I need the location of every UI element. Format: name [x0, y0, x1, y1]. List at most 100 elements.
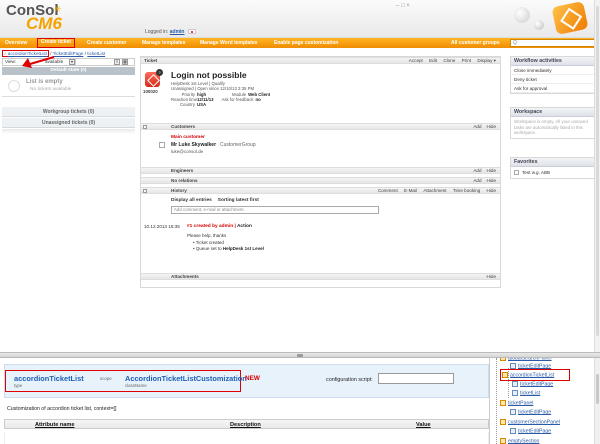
relations-bar: No relations Add Hide — [141, 177, 500, 184]
breadcrumb-accordion[interactable]: accordionTicketList — [8, 51, 47, 56]
page-scrollbar-thumb[interactable] — [596, 6, 599, 336]
nav-manage-word-templates[interactable]: Manage Word templates — [197, 38, 260, 48]
workflow-deny[interactable]: Deny ticket — [511, 75, 597, 84]
panel-icon — [500, 438, 506, 444]
history-controls: Display all entries Sorting latest first — [171, 198, 265, 203]
favorite-label: Test w.g. ABB — [522, 170, 551, 175]
tree-node-ticketlist[interactable]: ticketList — [512, 390, 540, 396]
history-actions: Comment E-Mail Attachment Time booking H… — [373, 188, 496, 194]
search-input[interactable]: Q — [510, 39, 598, 47]
user-link[interactable]: admin — [170, 29, 185, 35]
sorting-dropdown[interactable]: Sorting latest first — [218, 198, 259, 203]
col-attribute-name[interactable]: Attribute name — [35, 422, 74, 428]
display-menu[interactable]: Display ▾ — [477, 58, 496, 63]
history-entry-body: Please help, thanks • Ticket created • Q… — [187, 233, 264, 253]
chevron-down-icon[interactable]: ▾ — [69, 59, 75, 65]
customer-email[interactable]: luke@consol.de — [171, 149, 203, 154]
history-entry-time: 10.12.2013 15:35 — [144, 224, 180, 229]
tree-node-globalsearchpanel[interactable]: globalSearchPanel — [500, 358, 552, 361]
tree-scrollbar[interactable] — [594, 358, 600, 444]
meta-feedback-value: no — [255, 96, 261, 102]
nav-enable-page-customization[interactable]: Enable page customization — [271, 38, 341, 48]
history-comment-button[interactable]: Comment — [378, 188, 398, 193]
customer-name-text[interactable]: Mr Luke Skywalker — [171, 142, 216, 148]
splitter-handle-icon[interactable] — [297, 354, 303, 357]
ticket-panel: Ticket Accept Edit Clone Print Display ▾… — [140, 56, 501, 288]
tree-node-ticketeditpage[interactable]: ticketEditPage — [512, 381, 553, 387]
attachments-hide-button[interactable]: Hide — [487, 274, 496, 279]
display-all-dropdown[interactable]: Display all entries — [171, 198, 212, 203]
brand-graphic — [508, 0, 596, 36]
tree-node-ticketpanel[interactable]: ticketPanel — [500, 400, 533, 406]
history-hide-button[interactable]: Hide — [487, 188, 496, 193]
view-select[interactable] — [12, 59, 76, 65]
workflow-close[interactable]: Close immediately — [511, 66, 597, 75]
history-email-button[interactable]: E-Mail — [404, 188, 417, 193]
customers-label: Customers — [171, 124, 195, 129]
accordion-workgroup[interactable]: Workgroup tickets (0) — [2, 107, 135, 117]
default-state-header[interactable]: Default state (0) — [2, 67, 135, 75]
engineers-hide-button[interactable]: Hide — [487, 168, 496, 173]
col-description[interactable]: Description — [230, 422, 261, 428]
attributes-table-body — [4, 432, 489, 444]
tree-node-label: customerSectionPanel — [508, 419, 560, 426]
favorites-title: Favorites — [511, 158, 597, 167]
comment-input[interactable]: Add comment, e-mail or attachment — [171, 206, 379, 214]
nav-all-customer-groups[interactable]: All customer groups — [448, 38, 503, 48]
accept-button[interactable]: Accept — [409, 58, 423, 63]
sphere-small-icon — [534, 20, 544, 30]
tree-node-ticketeditpage[interactable]: ticketEditPage — [510, 428, 551, 434]
nav-overview[interactable]: Overview — [2, 38, 30, 48]
customers-hide-button[interactable]: Hide — [487, 124, 496, 129]
history-entry-author: #1 created by admin | Action — [187, 224, 252, 229]
empty-circle-icon — [8, 80, 20, 92]
nav-manage-templates[interactable]: Manage templates — [139, 38, 188, 48]
print-button[interactable]: Print — [462, 58, 471, 63]
breadcrumb-ticketlist[interactable]: ticketList — [87, 51, 105, 56]
section-icon — [143, 189, 147, 193]
new-badge[interactable]: NEW — [245, 375, 260, 382]
breadcrumb-ticketeditpage[interactable]: TicketEditPage — [53, 51, 84, 56]
tree-node-customersectionpanel[interactable]: customerSectionPanel — [500, 419, 560, 425]
tree-node-label: emptySection — [508, 438, 540, 444]
ticket-title[interactable]: Login not possible — [171, 70, 247, 80]
entry-action-menu[interactable]: Action — [237, 224, 252, 229]
edit-button[interactable]: Edit — [429, 58, 437, 63]
view-selector[interactable]: View: available ▾ ≡ ▦ — [2, 58, 135, 66]
customization-class: AccordionTicketListCustomization — [125, 374, 247, 383]
clone-button[interactable]: Clone — [443, 58, 455, 63]
tree-node-emptysection[interactable]: emptySection — [500, 438, 539, 444]
accordion-unassigned[interactable]: Unassigned tickets (0) — [2, 118, 135, 128]
engineers-add-button[interactable]: Add — [473, 168, 481, 173]
config-script-input[interactable] — [378, 373, 454, 384]
left-panel: ⌂accordionTicketList / TicketEditPage / … — [2, 48, 135, 348]
grid-view-icon[interactable]: ▦ — [122, 59, 128, 65]
relations-hide-button[interactable]: Hide — [487, 178, 496, 183]
history-attachment-button[interactable]: Attachment — [423, 188, 446, 193]
nav-create-customer[interactable]: Create customer — [84, 38, 129, 48]
tree-node-accordionticketlist[interactable]: accordionTicketList — [502, 372, 554, 378]
language-flag-icon[interactable] — [187, 29, 196, 34]
workspace-box: Workspace Workspace is empty. All your u… — [510, 107, 598, 139]
header-window-controls[interactable]: – □ × — [396, 3, 410, 9]
attachments-actions: Hide — [482, 274, 496, 280]
meta-reaction-value: 12/11/13 — [197, 96, 214, 102]
workspace-title: Workspace — [511, 108, 597, 117]
relations-add-button[interactable]: Add — [473, 178, 481, 183]
favorite-item[interactable]: Test w.g. ABB — [511, 167, 597, 178]
nav-create-ticket[interactable]: Create ticket — [37, 38, 76, 48]
breadcrumb-highlight: ⌂accordionTicketList — [2, 50, 49, 57]
customer-checkbox[interactable] — [159, 142, 165, 148]
customers-add-button[interactable]: Add — [473, 124, 481, 129]
app-window: ConSol ✳ CM6 Logged in: admin – □ × Over… — [0, 0, 600, 444]
tree-node-ticketeditpage[interactable]: ticketEditPage — [510, 409, 551, 415]
col-value[interactable]: Value — [416, 422, 431, 428]
logged-in-label: Logged in: — [145, 29, 169, 35]
list-view-icon[interactable]: ≡ — [114, 59, 120, 65]
consol-logo[interactable]: ConSol ✳ CM6 — [6, 3, 62, 32]
page-scrollbar[interactable] — [594, 0, 600, 352]
workflow-approval[interactable]: Ask for approval — [511, 84, 597, 93]
tree-scrollbar-thumb[interactable] — [596, 374, 599, 404]
meta-module-value: Web Client — [248, 91, 271, 97]
history-timebooking-button[interactable]: Time booking — [453, 188, 480, 193]
